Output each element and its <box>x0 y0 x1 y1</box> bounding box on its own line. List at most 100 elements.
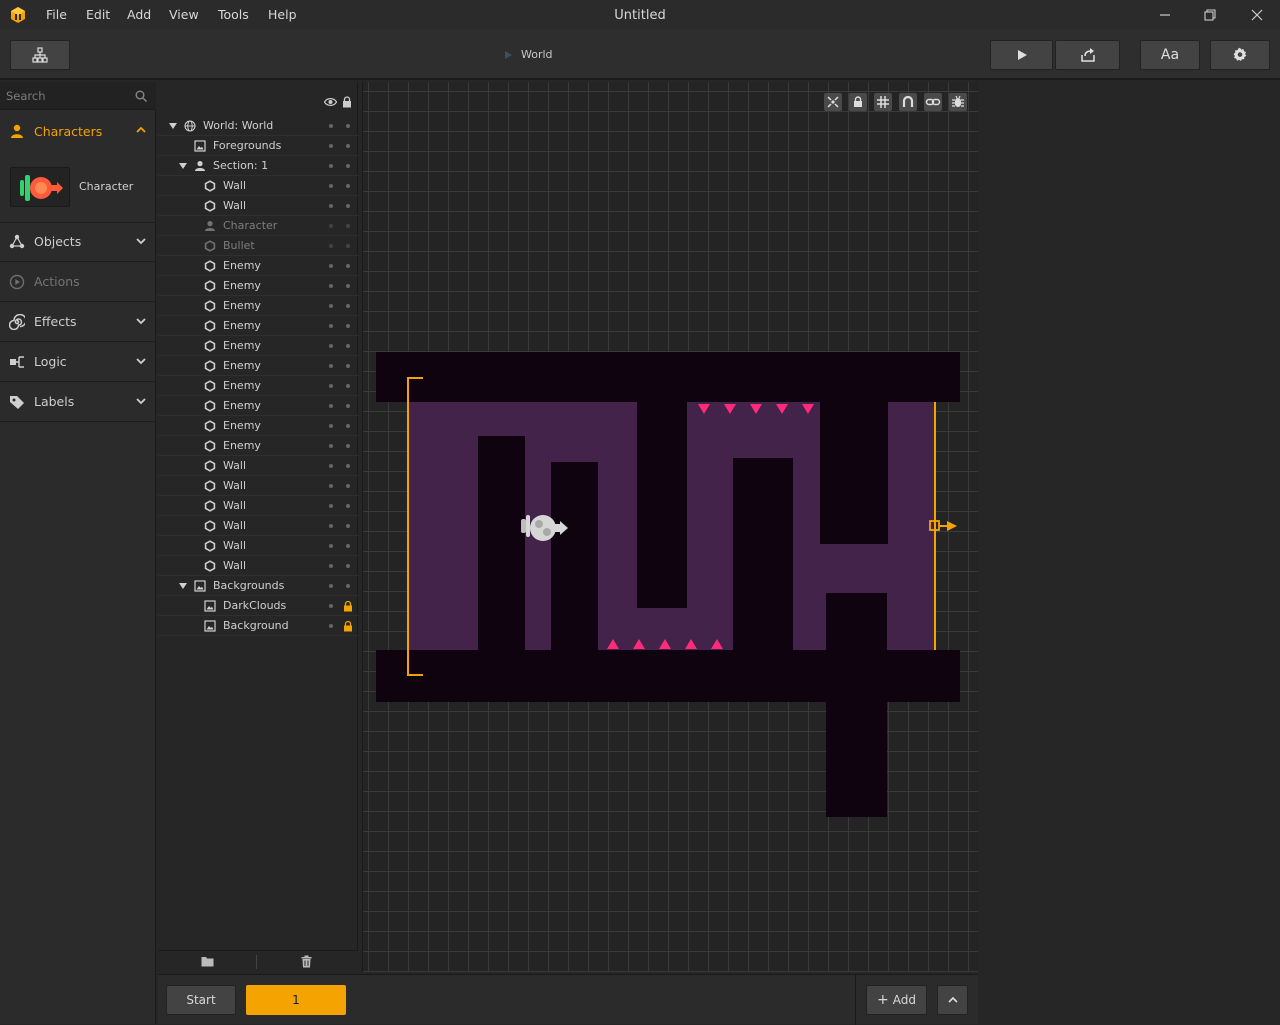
visibility-toggle[interactable] <box>329 224 333 228</box>
wall-block[interactable] <box>820 400 888 544</box>
lock-icon[interactable] <box>342 620 354 632</box>
tree-row[interactable]: Section: 1 <box>158 156 358 176</box>
menu-view[interactable]: View <box>169 7 199 22</box>
lock-toggle[interactable] <box>346 144 350 148</box>
tree-row[interactable]: Enemy <box>158 276 358 296</box>
expand-sections-button[interactable] <box>937 985 968 1015</box>
visibility-toggle[interactable] <box>329 604 333 608</box>
eye-icon[interactable] <box>324 97 337 107</box>
category-labels[interactable]: Labels <box>0 382 156 422</box>
menu-tools[interactable]: Tools <box>218 7 249 22</box>
tree-row[interactable]: DarkClouds <box>158 596 358 616</box>
tree-row[interactable]: Enemy <box>158 256 358 276</box>
wall-block[interactable] <box>733 458 793 652</box>
visibility-toggle[interactable] <box>329 484 333 488</box>
tree-row[interactable]: Enemy <box>158 396 358 416</box>
tree-row[interactable]: Background <box>158 616 358 636</box>
lock-toggle[interactable] <box>346 524 350 528</box>
breadcrumb[interactable]: World <box>505 48 553 61</box>
visibility-toggle[interactable] <box>329 404 333 408</box>
menu-help[interactable]: Help <box>268 7 297 22</box>
tree-row[interactable]: Enemy <box>158 336 358 356</box>
visibility-toggle[interactable] <box>329 304 333 308</box>
lock-toggle[interactable] <box>346 384 350 388</box>
trash-icon[interactable] <box>301 955 312 968</box>
lock-toggle[interactable] <box>346 504 350 508</box>
lock-toggle[interactable] <box>346 344 350 348</box>
lock-toggle[interactable] <box>346 164 350 168</box>
visibility-toggle[interactable] <box>329 324 333 328</box>
lock-toggle[interactable] <box>346 204 350 208</box>
wall-block[interactable] <box>478 436 525 652</box>
category-logic[interactable]: Logic <box>0 342 156 382</box>
visibility-toggle[interactable] <box>329 284 333 288</box>
lock-toggle[interactable] <box>346 444 350 448</box>
visibility-toggle[interactable] <box>329 504 333 508</box>
tree-row[interactable]: Enemy <box>158 376 358 396</box>
ceiling-wall[interactable] <box>376 352 960 402</box>
settings-button[interactable] <box>1210 40 1270 70</box>
lock-toggle[interactable] <box>346 224 350 228</box>
tree-row[interactable]: Foregrounds <box>158 136 358 156</box>
expand-arrow-icon[interactable] <box>179 582 187 590</box>
close-icon[interactable] <box>1247 5 1267 25</box>
category-effects[interactable]: Effects <box>0 302 156 342</box>
lock-toggle[interactable] <box>346 244 350 248</box>
wall-block[interactable] <box>551 462 598 652</box>
tree-row[interactable]: Wall <box>158 196 358 216</box>
play-button[interactable] <box>990 40 1053 70</box>
restore-icon[interactable] <box>1200 5 1220 25</box>
breadcrumb-world[interactable]: World <box>521 48 553 61</box>
visibility-toggle[interactable] <box>329 424 333 428</box>
minimize-icon[interactable] <box>1155 5 1175 25</box>
lock-toggle[interactable] <box>346 484 350 488</box>
visibility-toggle[interactable] <box>329 244 333 248</box>
visibility-toggle[interactable] <box>329 584 333 588</box>
lock-toggle[interactable] <box>346 544 350 548</box>
character-item-label[interactable]: Character <box>79 180 133 193</box>
visibility-toggle[interactable] <box>329 164 333 168</box>
lock-toggle[interactable] <box>346 304 350 308</box>
visibility-toggle[interactable] <box>329 124 333 128</box>
visibility-toggle[interactable] <box>329 344 333 348</box>
lock-icon[interactable] <box>342 600 354 612</box>
tree-row[interactable]: Wall <box>158 176 358 196</box>
share-button[interactable] <box>1055 40 1120 70</box>
lock-toggle[interactable] <box>346 184 350 188</box>
lock-toggle[interactable] <box>346 584 350 588</box>
visibility-toggle[interactable] <box>329 204 333 208</box>
lock-toggle[interactable] <box>346 284 350 288</box>
tree-row[interactable]: Wall <box>158 456 358 476</box>
start-section-button[interactable]: Start <box>166 985 236 1015</box>
tree-row[interactable]: Wall <box>158 556 358 576</box>
lock-toggle[interactable] <box>346 324 350 328</box>
tree-row[interactable]: Bullet <box>158 236 358 256</box>
tree-row[interactable]: Character <box>158 216 358 236</box>
category-characters[interactable]: Characters <box>0 111 156 151</box>
visibility-toggle[interactable] <box>329 564 333 568</box>
lock-toggle[interactable] <box>346 264 350 268</box>
search-icon[interactable] <box>135 90 147 102</box>
visibility-toggle[interactable] <box>329 384 333 388</box>
lock-icon[interactable] <box>342 96 352 108</box>
lock-toggle[interactable] <box>346 124 350 128</box>
expand-arrow-icon[interactable] <box>169 122 177 130</box>
tree-row[interactable]: Enemy <box>158 356 358 376</box>
visibility-toggle[interactable] <box>329 364 333 368</box>
category-objects[interactable]: Objects <box>0 222 156 262</box>
tree-row[interactable]: Wall <box>158 536 358 556</box>
search-input[interactable] <box>6 87 126 105</box>
scene-canvas[interactable] <box>362 82 978 972</box>
tree-row[interactable]: Wall <box>158 516 358 536</box>
visibility-toggle[interactable] <box>329 624 333 628</box>
tree-row[interactable]: Wall <box>158 476 358 496</box>
tree-row[interactable]: Backgrounds <box>158 576 358 596</box>
character-thumbnail[interactable] <box>10 167 70 207</box>
visibility-toggle[interactable] <box>329 524 333 528</box>
section-1-button[interactable]: 1 <box>246 985 346 1015</box>
menu-add[interactable]: Add <box>127 7 151 22</box>
visibility-toggle[interactable] <box>329 444 333 448</box>
tree-row[interactable]: Enemy <box>158 436 358 456</box>
wall-block[interactable] <box>826 593 887 817</box>
lock-toggle[interactable] <box>346 364 350 368</box>
